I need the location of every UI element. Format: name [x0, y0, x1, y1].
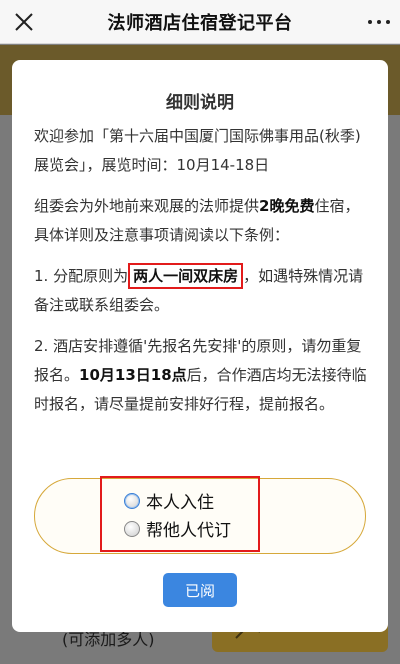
rule-1: 1. 分配原则为 两人一间双床房 ，如遇特殊情况请备注或联系组委会。 [34, 262, 368, 320]
modal-title: 细则说明 [166, 93, 234, 113]
option-self-label: 本人入住 [146, 493, 214, 513]
radio-self[interactable] [124, 492, 140, 509]
rule-2: 2. 酒店安排遵循'先报名先安排'的原则，请勿重复报名。10月13日18点后，合… [34, 337, 367, 413]
option-self[interactable]: 本人入住 [124, 488, 214, 513]
close-icon[interactable] [10, 8, 38, 36]
read-button[interactable]: 已阅 [163, 573, 237, 607]
rule-free-stay: 组委会为外地前来观展的法师提供2晚免费住宿，具体详则及注意事项请阅读以下条例： [34, 197, 360, 244]
rule-intro: 欢迎参加「第十六届中国厦门国际佛事用品(秋季)展览会」，展览时间：10月14-1… [34, 127, 361, 174]
rules-modal: 细则说明 欢迎参加「第十六届中国厦门国际佛事用品(秋季)展览会」，展览时间：10… [12, 60, 388, 632]
radio-others[interactable] [124, 520, 140, 537]
option-others-label: 帮他人代订 [146, 521, 231, 541]
twin-room-highlight: 两人一间双床房 [128, 263, 244, 289]
top-navbar: 法师酒店住宿登记平台 [0, 0, 400, 44]
option-others[interactable]: 帮他人代订 [124, 516, 231, 541]
page-title: 法师酒店住宿登记平台 [107, 12, 293, 34]
more-icon[interactable] [368, 12, 390, 32]
rules-content[interactable]: 欢迎参加「第十六届中国厦门国际佛事用品(秋季)展览会」，展览时间：10月14-1… [34, 122, 368, 510]
